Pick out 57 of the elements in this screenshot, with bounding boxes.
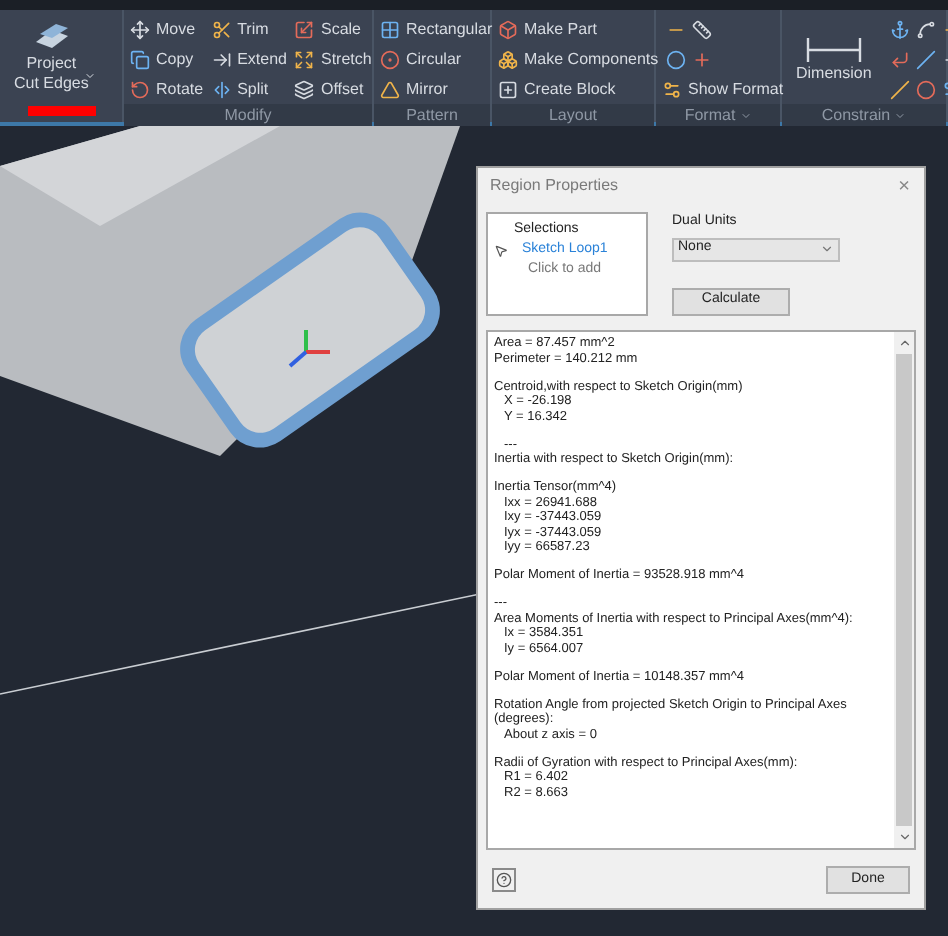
scroll-down-icon (897, 830, 911, 844)
ribbon-button[interactable]: Extend (211, 44, 287, 74)
tool-icon (380, 49, 400, 69)
tool-icon (294, 19, 315, 39)
panel-title: Layout (548, 103, 598, 127)
tool-icon (498, 49, 518, 69)
tool-icon (916, 19, 937, 39)
ribbon-button[interactable]: Create Block (498, 74, 659, 104)
ribbon-button[interactable]: Make Part (498, 14, 659, 44)
panel-title: Format (684, 103, 736, 127)
tool-icon (294, 79, 315, 99)
tool-icon (130, 79, 150, 99)
scroll-up-icon (897, 336, 911, 350)
ribbon-button[interactable]: Circular (380, 44, 493, 74)
chevron-down-icon (820, 242, 834, 256)
tool-icon (890, 49, 911, 69)
ribbon-button[interactable]: Rotate (130, 74, 204, 104)
panel-title: Pattern (406, 103, 458, 127)
ribbon-button[interactable]: Move (130, 14, 204, 44)
ribbon-button[interactable]: Offset (294, 74, 372, 104)
tool-icon (691, 49, 711, 69)
ribbon-button[interactable]: Stretch (294, 44, 372, 74)
tool-icon (211, 19, 232, 39)
tool-icon (211, 49, 232, 69)
tool-icon (130, 49, 150, 69)
ribbon-button[interactable]: Trim (211, 14, 287, 44)
tool-icon (890, 79, 911, 99)
tool-icon (916, 49, 937, 69)
project-edges-icon (31, 21, 72, 53)
panel-title: Constrain (821, 103, 891, 127)
tool-icon (130, 19, 150, 39)
tool-icon (916, 79, 937, 99)
ribbon-button[interactable]: Mirror (380, 74, 493, 104)
pointer-icon (494, 243, 508, 257)
ribbon-large-button[interactable]: Dimension (788, 14, 880, 104)
tool-icon (380, 79, 400, 99)
dialog-title: Region Properties (488, 174, 619, 198)
help-button[interactable] (492, 868, 516, 892)
ribbon-button[interactable]: Make Components (498, 44, 659, 74)
tool-icon (890, 19, 911, 39)
tool-icon (691, 19, 711, 39)
ribbon-large-button[interactable]: Project Cut Edges (6, 14, 97, 100)
ribbon-button[interactable]: Copy (130, 44, 204, 74)
tool-icon (498, 79, 518, 99)
tool-icon (662, 79, 682, 99)
help-icon (496, 872, 512, 888)
ribbon-button[interactable]: Split (211, 74, 287, 104)
scrollbar[interactable] (894, 332, 914, 848)
tool-icon (380, 19, 400, 39)
ribbon-button[interactable]: Rectangular (380, 14, 493, 44)
tool-icon (211, 79, 232, 99)
dimension-icon (805, 35, 862, 63)
tool-icon (498, 19, 518, 39)
tool-icon (294, 49, 315, 69)
ribbon-button[interactable]: Scale (294, 14, 372, 44)
panel-title: Modify (224, 103, 272, 127)
ribbon-button[interactable]: Show Format (662, 74, 784, 104)
